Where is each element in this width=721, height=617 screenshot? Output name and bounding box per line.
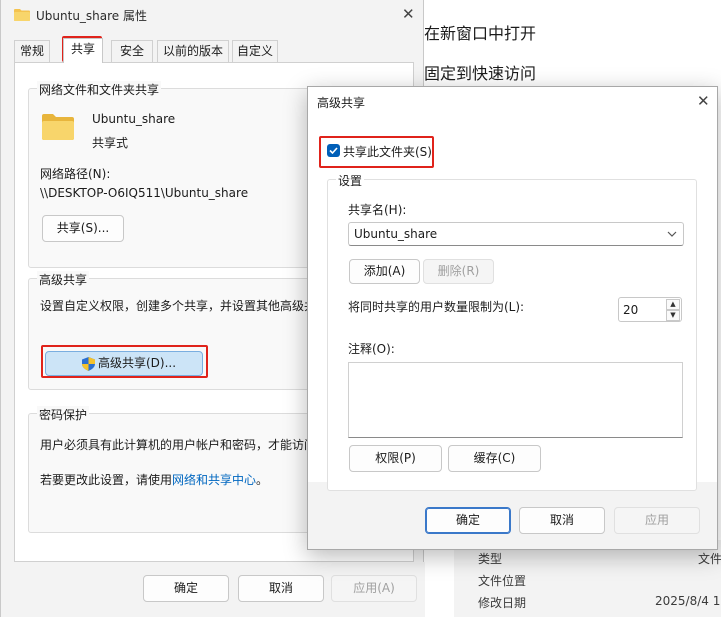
tab-customize[interactable]: 自定义 <box>232 40 278 62</box>
share-name-combo[interactable]: Ubuntu_share <box>348 222 684 246</box>
share-type: 共享式 <box>92 136 129 150</box>
share-button[interactable]: 共享(S)... <box>42 215 124 242</box>
detail-value-modified: 2025/8/4 16: <box>655 594 721 608</box>
advanced-sharing-button[interactable]: 高级共享(D)... <box>45 351 203 376</box>
spinner-up-button[interactable]: ▲ <box>666 299 680 310</box>
user-limit-value: 20 <box>623 303 639 317</box>
remove-share-button[interactable]: 删除(R) <box>423 259 494 284</box>
context-menu-pin-quick-access[interactable]: 固定到快速访问 <box>424 60 536 84</box>
network-sharing-group-title: 网络文件和文件夹共享 <box>37 81 162 98</box>
folder-icon <box>14 9 30 21</box>
advanced-dialog-title: 高级共享 <box>317 96 366 110</box>
shared-folder-icon <box>42 114 74 140</box>
detail-label-modified: 修改日期 <box>478 596 527 610</box>
properties-title: Ubuntu_share 属性 <box>36 9 148 23</box>
context-menu-open-new-window[interactable]: 在新窗口中打开 <box>424 20 536 44</box>
comment-textarea[interactable] <box>348 362 683 438</box>
detail-value-type: 文件 <box>698 552 721 566</box>
uac-shield-icon <box>82 357 95 371</box>
advanced-apply-button[interactable]: 应用 <box>614 507 700 534</box>
folder-name: Ubuntu_share <box>92 112 176 126</box>
advanced-cancel-button[interactable]: 取消 <box>519 507 605 534</box>
chevron-down-icon <box>667 231 677 237</box>
checkmark-icon <box>329 147 338 155</box>
tab-sharing[interactable]: 共享 <box>63 38 103 63</box>
tab-security[interactable]: 安全 <box>111 40 153 62</box>
comment-label: 注释(O): <box>348 342 395 356</box>
tab-general[interactable]: 常规 <box>14 40 50 62</box>
detail-label-type: 类型 <box>478 552 503 566</box>
properties-footer: 确定 取消 应用(A) <box>1 562 425 617</box>
user-limit-label: 将同时共享的用户数量限制为(L): <box>348 300 525 314</box>
password-protection-suffix: 。 <box>256 473 269 487</box>
share-name-value: Ubuntu_share <box>354 227 438 241</box>
permissions-button[interactable]: 权限(P) <box>349 445 442 472</box>
share-name-label: 共享名(H): <box>348 203 407 217</box>
tab-previous-versions[interactable]: 以前的版本 <box>157 40 229 62</box>
share-folder-checkbox[interactable] <box>327 144 340 157</box>
share-folder-label[interactable]: 共享此文件夹(S) <box>343 143 432 160</box>
detail-label-location: 文件位置 <box>478 574 527 588</box>
properties-close-button[interactable]: ✕ <box>402 7 415 22</box>
properties-apply-button[interactable]: 应用(A) <box>331 575 417 602</box>
advanced-ok-button[interactable]: 确定 <box>425 507 511 534</box>
advanced-sharing-group-title: 高级共享 <box>37 271 90 288</box>
advanced-sharing-dialog: 高级共享 ✕ 共享此文件夹(S) 设置 共享名(H): Ubuntu_share… <box>307 86 718 550</box>
properties-cancel-button[interactable]: 取消 <box>238 575 324 602</box>
network-sharing-center-link[interactable]: 网络和共享中心 <box>172 473 256 487</box>
cache-button[interactable]: 缓存(C) <box>448 445 541 472</box>
password-protection-line2: 若要更改此设置，请使用网络和共享中心。 <box>40 471 268 488</box>
password-protection-prefix: 若要更改此设置，请使用 <box>40 473 173 487</box>
settings-group: 设置 共享名(H): Ubuntu_share 添加(A) 删除(R) 将同时共… <box>327 172 697 491</box>
network-path-label: 网络路径(N): <box>40 167 111 181</box>
password-protection-group-title: 密码保护 <box>37 406 90 423</box>
user-limit-spinner[interactable]: 20 ▲ ▼ <box>618 297 682 322</box>
properties-ok-button[interactable]: 确定 <box>143 575 229 602</box>
advanced-sharing-button-label: 高级共享(D)... <box>98 356 177 370</box>
advanced-dialog-close-button[interactable]: ✕ <box>697 94 710 109</box>
spinner-down-button[interactable]: ▼ <box>666 310 680 321</box>
network-path-value: \\DESKTOP-O6IQ511\Ubuntu_share <box>40 186 249 200</box>
settings-group-title: 设置 <box>336 172 365 189</box>
advanced-dialog-titlebar: 高级共享 ✕ <box>308 87 717 117</box>
add-share-button[interactable]: 添加(A) <box>349 259 420 284</box>
